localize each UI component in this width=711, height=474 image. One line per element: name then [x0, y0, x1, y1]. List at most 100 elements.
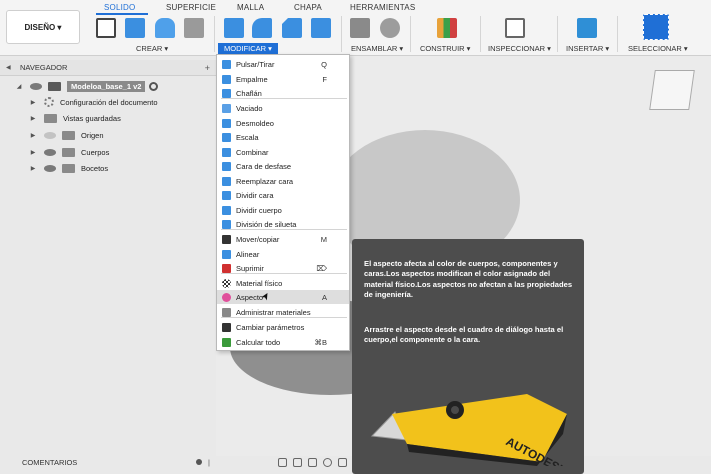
- gear-icon: [44, 97, 54, 107]
- offset-plane-icon[interactable]: [437, 18, 457, 38]
- chamfer-icon[interactable]: [282, 18, 302, 38]
- menu-item[interactable]: Dividir cara: [217, 188, 349, 202]
- menu-item[interactable]: Reemplazar cara: [217, 174, 349, 188]
- menu-item[interactable]: Cara de desfase: [217, 159, 349, 173]
- joint-icon[interactable]: [380, 18, 400, 38]
- menu-item-label: Reemplazar cara: [236, 176, 294, 186]
- menu-item[interactable]: Empalme F: [217, 72, 349, 86]
- active-radio-icon[interactable]: [149, 81, 159, 91]
- menu-item[interactable]: Calcular todo ⌘B: [217, 335, 349, 349]
- nav-item-root[interactable]: ◢ Modeloa_base_1 v2: [14, 79, 159, 93]
- fit-icon[interactable]: [338, 457, 347, 467]
- insert-image-icon[interactable]: [577, 18, 597, 38]
- expand-icon[interactable]: ▶: [28, 149, 38, 156]
- nav-item-sketches[interactable]: ▶ Bocetos: [28, 161, 108, 175]
- press-pull-icon[interactable]: [224, 18, 244, 38]
- tab-solido[interactable]: SOLIDO: [104, 3, 135, 12]
- crear-menu[interactable]: CREAR ▾: [136, 44, 168, 53]
- hidden-icon[interactable]: [44, 131, 56, 139]
- combine-icon[interactable]: [311, 18, 331, 38]
- select-icon[interactable]: [643, 14, 669, 40]
- menu-item-shortcut: F: [322, 74, 327, 84]
- nav-item-saved-views[interactable]: ▶ Vistas guardadas: [28, 111, 121, 125]
- menu-item[interactable]: Material físico: [217, 276, 349, 290]
- nav-item-settings[interactable]: ▶ Configuración del documento: [28, 95, 158, 109]
- delete-icon: [222, 263, 231, 273]
- seleccionar-menu[interactable]: SELECCIONAR ▾: [628, 44, 688, 53]
- menu-item[interactable]: Dividir cuerpo: [217, 203, 349, 217]
- comments-toggle-icon[interactable]: [196, 459, 202, 465]
- menu-item[interactable]: Vaciado: [217, 101, 349, 115]
- menu-item-label: Cambiar parámetros: [236, 322, 305, 332]
- compute-all-icon: [222, 337, 231, 347]
- silhouette-split-icon: [222, 219, 231, 229]
- menu-item[interactable]: Aspecto A: [217, 290, 349, 304]
- tab-herramientas[interactable]: HERRAMIENTAS: [350, 3, 415, 12]
- menu-item[interactable]: Cambiar parámetros: [217, 320, 349, 334]
- separator: [410, 16, 411, 52]
- inspeccionar-menu[interactable]: INSPECCIONAR ▾: [488, 44, 551, 53]
- toolbar: DISEÑO ▾ SOLIDO SUPERFICIE MALLA CHAPA H…: [0, 0, 711, 56]
- menu-item[interactable]: Escala: [217, 130, 349, 144]
- menu-item-label: Pulsar/Tirar: [236, 59, 275, 69]
- new-component-icon[interactable]: [350, 18, 370, 38]
- insertar-menu[interactable]: INSERTAR ▾: [566, 44, 609, 53]
- nav-item-bodies[interactable]: ▶ Cuerpos: [28, 145, 109, 159]
- menu-item[interactable]: Desmoldeo: [217, 116, 349, 130]
- visibility-icon[interactable]: [30, 82, 42, 90]
- menu-item-label: Mover/copiar: [236, 234, 280, 244]
- box-icon[interactable]: [184, 18, 204, 38]
- visibility-icon[interactable]: [44, 148, 56, 156]
- tab-superficie[interactable]: SUPERFICIE: [166, 3, 216, 12]
- construir-menu[interactable]: CONSTRUIR ▾: [420, 44, 470, 53]
- menu-item-label: Dividir cara: [236, 190, 274, 200]
- active-tab-indicator: [96, 13, 148, 15]
- revolve-icon[interactable]: [155, 18, 175, 38]
- expand-icon[interactable]: ▶: [28, 99, 38, 106]
- pan-icon[interactable]: [308, 457, 317, 467]
- zoom-icon[interactable]: [323, 457, 332, 467]
- menu-item-label: Administrar materiales: [236, 307, 311, 317]
- appearance-tooltip: El aspecto afecta al color de cuerpos, c…: [352, 239, 584, 474]
- menu-item[interactable]: Pulsar/Tirar Q: [217, 57, 349, 71]
- new-sketch-icon[interactable]: [96, 18, 116, 38]
- separator: [480, 16, 481, 52]
- offset-face-icon: [222, 161, 231, 171]
- menu-item[interactable]: Mover/copiar M: [217, 232, 349, 246]
- menu-item[interactable]: Combinar: [217, 145, 349, 159]
- comments-panel[interactable]: COMENTARIOS |: [0, 456, 216, 468]
- pin-icon[interactable]: +: [205, 63, 210, 73]
- menu-item-shortcut: ⌦: [316, 263, 327, 273]
- measure-icon[interactable]: [505, 18, 525, 38]
- expand-icon[interactable]: ▶: [28, 165, 38, 172]
- comments-add-icon[interactable]: |: [208, 458, 210, 467]
- nav-item-label: Configuración del documento: [60, 97, 158, 107]
- separator: [617, 16, 618, 52]
- folder-icon: [62, 130, 75, 140]
- viewcube-icon[interactable]: [649, 70, 695, 110]
- separator: [557, 16, 558, 52]
- folder-icon: [44, 113, 57, 123]
- menu-separator: [221, 98, 347, 99]
- expand-icon[interactable]: ▶: [28, 132, 38, 139]
- look-at-icon[interactable]: [293, 457, 302, 467]
- collapse-icon[interactable]: ◀: [6, 64, 11, 71]
- extrude-icon[interactable]: [125, 18, 145, 38]
- draft-icon: [222, 118, 231, 128]
- expand-icon[interactable]: ▶: [28, 115, 38, 122]
- replace-face-icon: [222, 176, 231, 186]
- folder-icon: [62, 147, 75, 157]
- orbit-icon[interactable]: [278, 457, 287, 467]
- menu-separator: [221, 273, 347, 274]
- nav-item-origin[interactable]: ▶ Origen: [28, 128, 104, 142]
- workspace-switcher-button[interactable]: DISEÑO ▾: [6, 10, 80, 44]
- navigator-title: NAVEGADOR: [20, 63, 68, 72]
- menu-item[interactable]: Alinear: [217, 247, 349, 261]
- fillet-icon[interactable]: [252, 18, 272, 38]
- tab-malla[interactable]: MALLA: [237, 3, 264, 12]
- visibility-icon[interactable]: [44, 164, 56, 172]
- ensamblar-menu[interactable]: ENSAMBLAR ▾: [351, 44, 403, 53]
- expand-icon[interactable]: ◢: [14, 83, 24, 90]
- navigator-header[interactable]: ◀ NAVEGADOR +: [0, 60, 216, 76]
- tab-chapa[interactable]: CHAPA: [294, 3, 322, 12]
